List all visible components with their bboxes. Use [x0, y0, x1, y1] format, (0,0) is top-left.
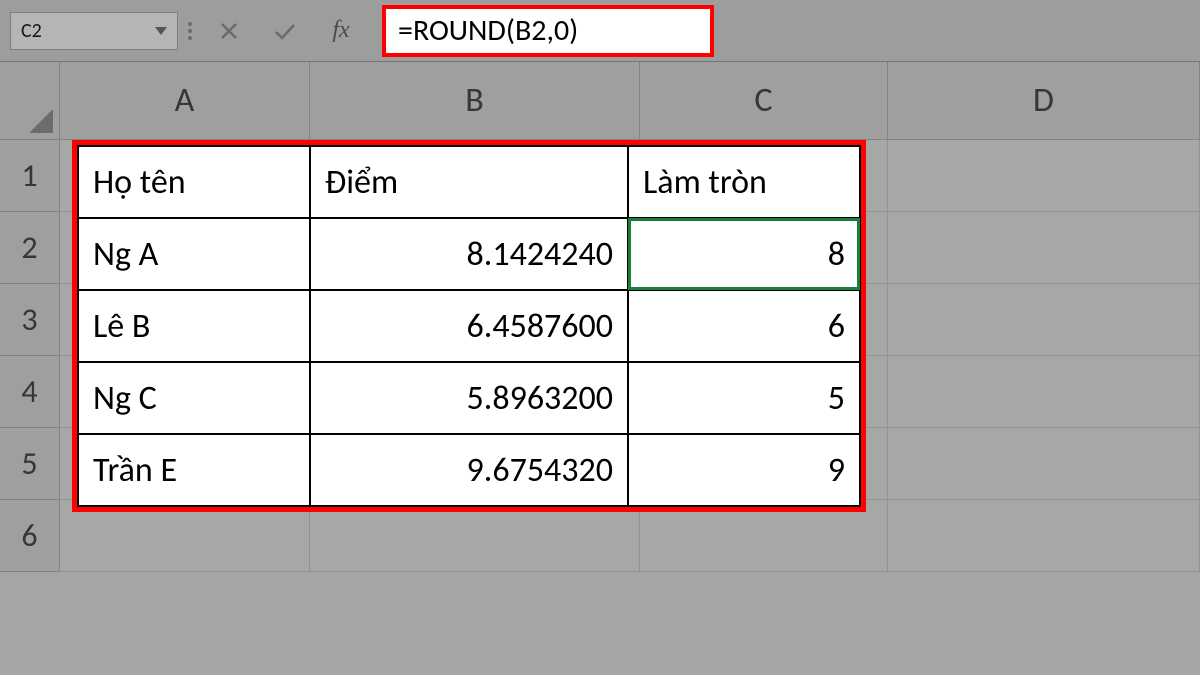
- column-header-d[interactable]: D: [888, 62, 1200, 140]
- spreadsheet-grid[interactable]: A B C D 1 2 3 4 5 6: [0, 62, 1200, 675]
- select-all-corner[interactable]: [0, 62, 60, 140]
- row-header-6[interactable]: 6: [0, 500, 60, 572]
- column-headers: A B C D: [0, 62, 1200, 140]
- cancel-formula-button[interactable]: [206, 12, 252, 50]
- formula-bar: C2 fx =ROUND(B2,0): [0, 0, 1200, 62]
- row-header-2[interactable]: 2: [0, 212, 60, 284]
- cell-round[interactable]: 9: [628, 434, 860, 506]
- cell-score[interactable]: 6.4587600: [310, 290, 628, 362]
- name-box-value: C2: [21, 19, 42, 43]
- chevron-down-icon[interactable]: [155, 27, 167, 35]
- fx-icon: fx: [332, 17, 349, 44]
- header-score[interactable]: Điểm: [310, 146, 628, 218]
- cell-d3[interactable]: [888, 284, 1200, 356]
- cell-score[interactable]: 8.1424240: [310, 218, 628, 290]
- table-header-row: Họ tên Điểm Làm tròn: [78, 146, 860, 218]
- formula-input[interactable]: =ROUND(B2,0): [388, 11, 708, 51]
- name-box[interactable]: C2: [10, 12, 178, 50]
- cell-d2[interactable]: [888, 212, 1200, 284]
- column-header-c[interactable]: C: [640, 62, 888, 140]
- table-row: Ng C 5.8963200 5: [78, 362, 860, 434]
- row-header-4[interactable]: 4: [0, 356, 60, 428]
- cell-round-active[interactable]: 8: [628, 218, 860, 290]
- separator-dots-icon: [188, 15, 196, 47]
- cell-score[interactable]: 5.8963200: [310, 362, 628, 434]
- cell-d6[interactable]: [888, 500, 1200, 572]
- confirm-formula-button[interactable]: [262, 12, 308, 50]
- cell-score[interactable]: 9.6754320: [310, 434, 628, 506]
- data-table: Họ tên Điểm Làm tròn Ng A 8.1424240 8 Lê…: [77, 145, 861, 507]
- header-name[interactable]: Họ tên: [78, 146, 310, 218]
- cell-d1[interactable]: [888, 140, 1200, 212]
- header-round[interactable]: Làm tròn: [628, 146, 860, 218]
- cell-d5[interactable]: [888, 428, 1200, 500]
- row-header-3[interactable]: 3: [0, 284, 60, 356]
- column-header-a[interactable]: A: [60, 62, 310, 140]
- data-table-highlight: Họ tên Điểm Làm tròn Ng A 8.1424240 8 Lê…: [72, 140, 866, 512]
- column-header-b[interactable]: B: [310, 62, 640, 140]
- cell-name[interactable]: Ng C: [78, 362, 310, 434]
- cell-name[interactable]: Trần E: [78, 434, 310, 506]
- cell-round[interactable]: 5: [628, 362, 860, 434]
- formula-highlight: =ROUND(B2,0): [382, 5, 714, 57]
- cell-name[interactable]: Lê B: [78, 290, 310, 362]
- table-row: Ng A 8.1424240 8: [78, 218, 860, 290]
- cell-name[interactable]: Ng A: [78, 218, 310, 290]
- table-row: Trần E 9.6754320 9: [78, 434, 860, 506]
- row-header-1[interactable]: 1: [0, 140, 60, 212]
- row-header-5[interactable]: 5: [0, 428, 60, 500]
- formula-text: =ROUND(B2,0): [398, 12, 578, 49]
- table-row: Lê B 6.4587600 6: [78, 290, 860, 362]
- insert-function-button[interactable]: fx: [318, 12, 364, 50]
- cell-round[interactable]: 6: [628, 290, 860, 362]
- cell-d4[interactable]: [888, 356, 1200, 428]
